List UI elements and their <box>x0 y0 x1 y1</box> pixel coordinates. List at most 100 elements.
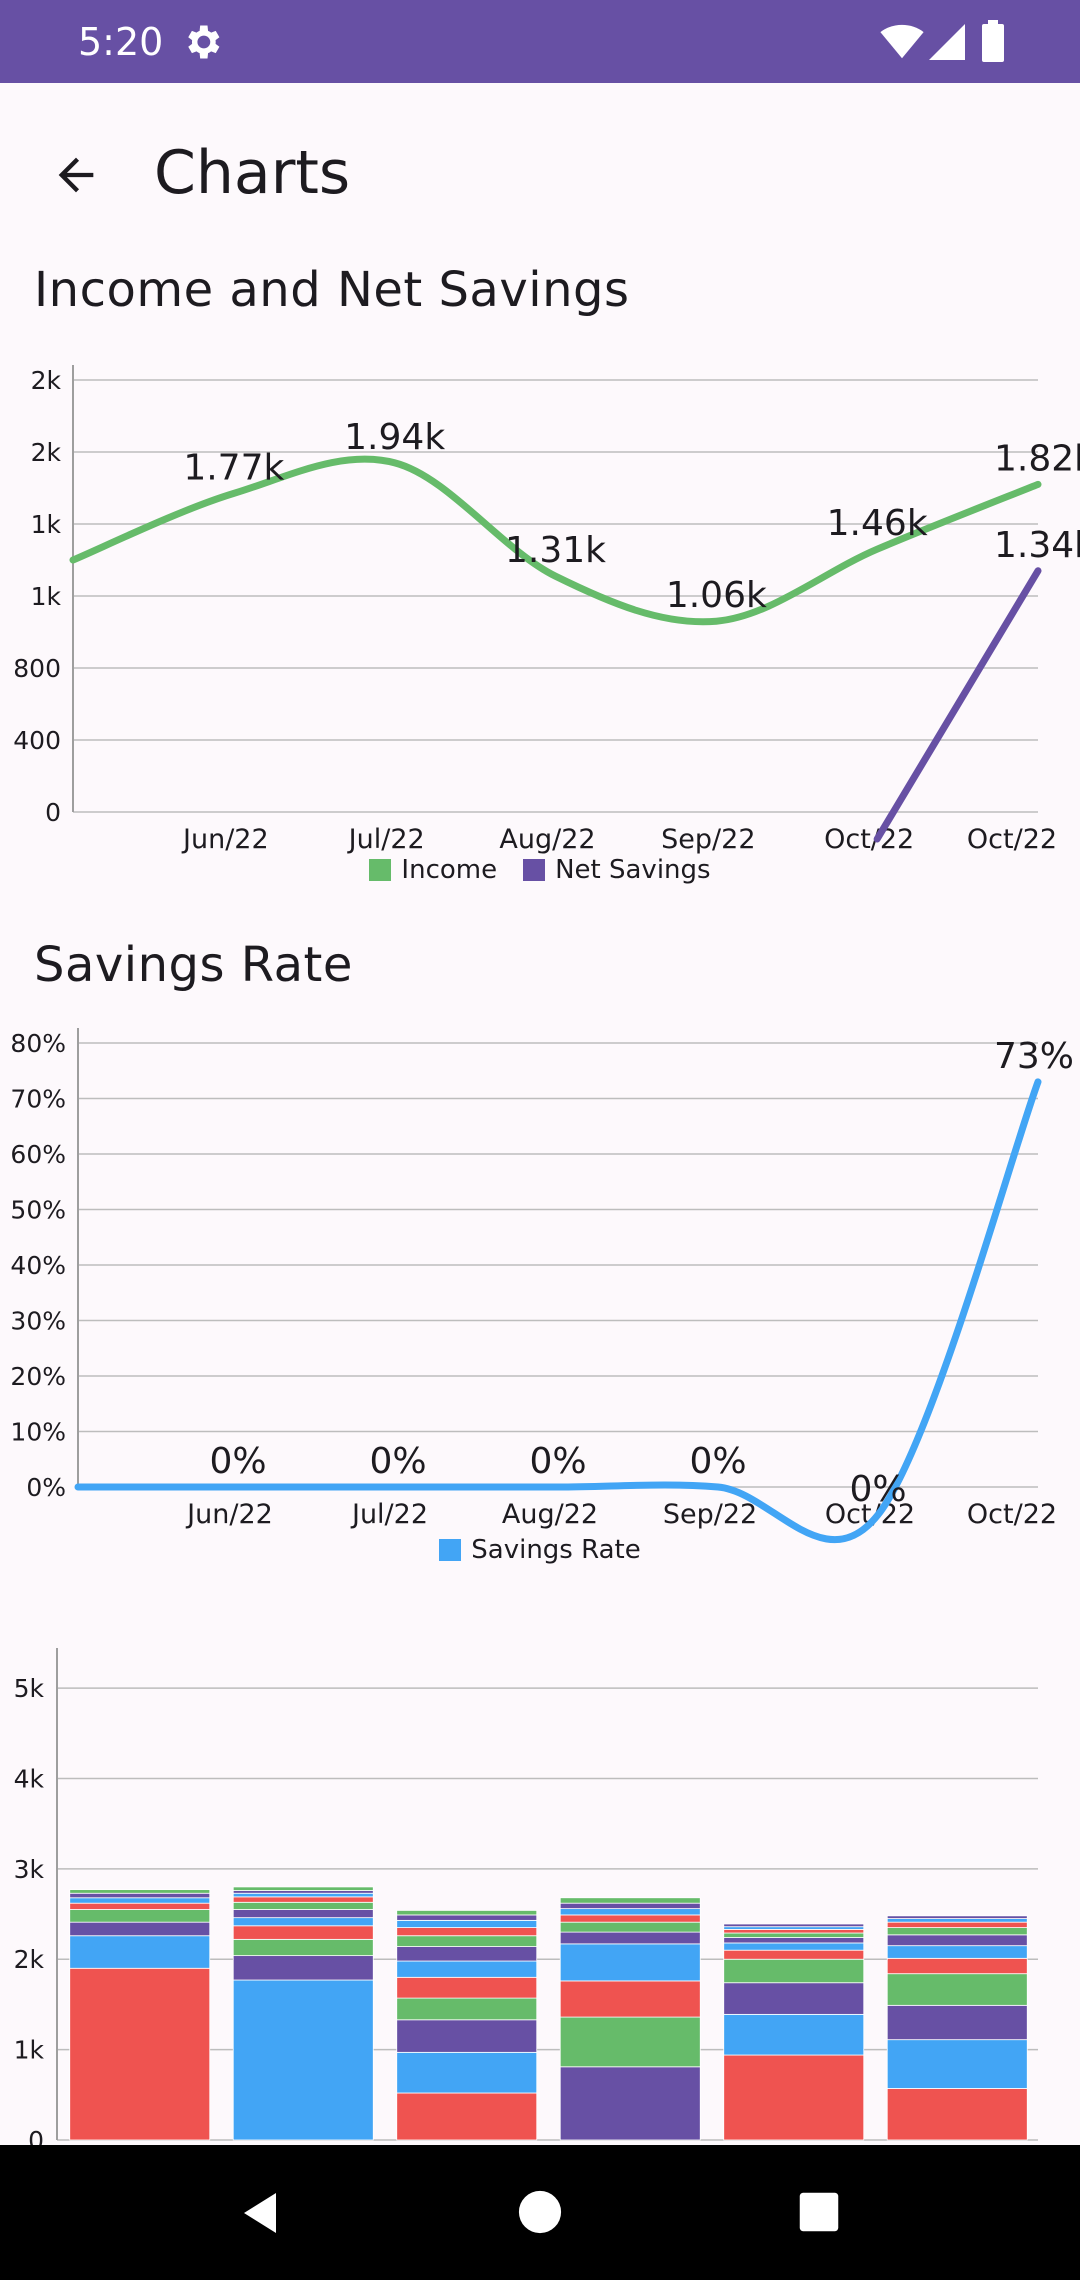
nav-home-icon[interactable] <box>517 2189 563 2235</box>
bar-segment <box>723 1932 865 1938</box>
legend-item-net-savings: Net Savings <box>523 855 711 885</box>
savings-rate-section-title: Savings Rate <box>34 937 353 993</box>
bar-segment <box>723 1942 865 1951</box>
page-title: Charts <box>154 138 351 208</box>
bar-segment <box>559 2066 701 2141</box>
bar-segment <box>69 1921 211 1937</box>
bar-segment <box>886 1927 1028 1936</box>
bar-segment <box>886 1918 1028 1923</box>
x-tick-label: Sep/22 <box>661 824 755 855</box>
legend-swatch <box>369 859 392 881</box>
y-tick-label: 3k <box>14 1855 45 1884</box>
bar-segment <box>69 1935 211 1969</box>
y-tick-label: 4k <box>14 1764 45 1793</box>
nav-recents-icon[interactable] <box>798 2191 840 2233</box>
bar-segment <box>396 2019 538 2053</box>
data-label: 73% <box>994 1036 1074 1077</box>
bar-segment <box>69 1897 211 1904</box>
bar-segment <box>232 1886 374 1891</box>
y-tick-label: 2k <box>31 438 62 467</box>
legend-label: Savings Rate <box>471 1535 641 1565</box>
y-tick-label: 400 <box>13 726 61 755</box>
bar-segment <box>69 1967 211 2141</box>
bar-segment <box>232 1890 374 1894</box>
bar-segment <box>232 1896 374 1903</box>
legend-swatch <box>439 1539 462 1561</box>
data-label: 0% <box>369 1441 426 1482</box>
bar-segment <box>559 1902 701 1910</box>
bar-segment <box>396 2051 538 2094</box>
bar-segment <box>69 1892 211 1899</box>
bar-segment <box>396 1935 538 1947</box>
legend-label: Net Savings <box>555 855 711 885</box>
data-label: 1.34k <box>994 525 1080 566</box>
bar-segment <box>559 1897 701 1904</box>
bar-segment <box>886 1957 1028 1975</box>
bar-segment <box>886 1945 1028 1959</box>
bar-segment <box>396 1997 538 2021</box>
battery-icon <box>982 20 1004 62</box>
bar-segment <box>723 2013 865 2056</box>
y-tick-label: 2k <box>14 1945 45 1974</box>
bar-segment <box>559 1980 701 2018</box>
bar-segment <box>396 1946 538 1962</box>
bar-segment <box>232 1892 374 1898</box>
savings-rate-chart-legend: Savings Rate <box>0 1535 1080 1565</box>
bar-segment <box>559 1914 701 1923</box>
bar-segment <box>723 1958 865 1984</box>
bar-segment <box>723 2054 865 2141</box>
y-tick-label: 5k <box>14 1674 45 1703</box>
bar-segment <box>232 1955 374 1981</box>
arrow-back-icon <box>58 157 94 193</box>
bar-segment <box>886 2039 1028 2089</box>
bar-segment <box>723 1982 865 2015</box>
bar-segment <box>886 1915 1028 1919</box>
data-label: 0% <box>849 1469 906 1510</box>
bar-segment <box>396 1976 538 1999</box>
data-label: 0% <box>689 1441 746 1482</box>
bar-segment <box>886 1973 1028 2006</box>
bar-segment <box>559 1921 701 1933</box>
back-button[interactable] <box>36 135 116 215</box>
bar-segment <box>232 1925 374 1940</box>
legend-label: Income <box>401 855 498 885</box>
data-label: 1.77k <box>183 447 284 488</box>
bar-segment <box>723 1937 865 1944</box>
x-tick-label: Sep/22 <box>663 1499 757 1530</box>
bar-segment <box>723 1923 865 1928</box>
x-tick-label: Oct/22 <box>824 824 914 855</box>
bar-segment <box>69 1909 211 1923</box>
x-tick-label: Oct/22 <box>967 1499 1057 1530</box>
bar-segment <box>396 1914 538 1921</box>
nav-back-icon[interactable] <box>236 2189 284 2237</box>
x-tick-label: Oct/22 <box>967 824 1057 855</box>
income-chart: 0 400 800 1k 1k 2k 2k Jun/22 Jul/22 Aug/22 Sep/22 O… <box>0 355 1080 895</box>
navigation-bar <box>0 2145 1080 2280</box>
bar-segment <box>69 1889 211 1894</box>
bar-segment <box>396 1960 538 1978</box>
data-label: 1.46k <box>827 503 928 544</box>
bar-segment <box>559 2016 701 2068</box>
data-label: 1.82k <box>994 438 1080 479</box>
data-label: 0% <box>209 1441 266 1482</box>
x-tick-label: Jun/22 <box>181 824 269 855</box>
y-tick-label: 70% <box>10 1085 66 1114</box>
savings-rate-chart: 0% 10% 20% 30% 40% 50% 60% 70% 80% Jun/22 Jul/22 Au… <box>0 1025 1080 1575</box>
y-tick-label: 80% <box>10 1029 66 1058</box>
x-tick-label: Jun/22 <box>185 1499 273 1530</box>
bar-segment <box>559 1908 701 1916</box>
y-tick-label: 800 <box>13 654 61 683</box>
bar-segment <box>232 1979 374 2141</box>
x-tick-label: Aug/22 <box>502 1499 598 1530</box>
legend-item-income: Income <box>369 855 497 885</box>
y-tick-label: 30% <box>10 1307 66 1336</box>
gear-icon <box>188 25 220 59</box>
bar-segment <box>723 1926 865 1930</box>
y-tick-label: 40% <box>10 1251 66 1280</box>
bar-segment <box>559 1931 701 1945</box>
legend-item-savings-rate: Savings Rate <box>439 1535 641 1565</box>
y-tick-label: 1k <box>31 582 62 611</box>
income-chart-legend: Income Net Savings <box>0 855 1080 885</box>
bar-segment <box>396 1919 538 1928</box>
wifi-icon <box>880 24 924 59</box>
